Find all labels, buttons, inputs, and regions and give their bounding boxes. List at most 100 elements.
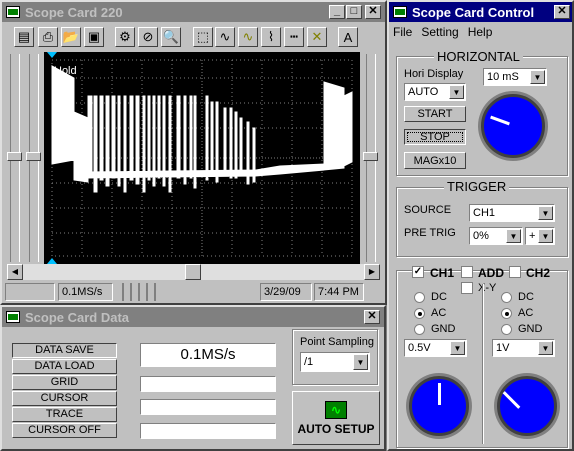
ch2-volts-select[interactable]: 1V ▼ xyxy=(492,339,555,357)
data-close-button[interactable]: ✕ xyxy=(364,310,380,324)
add-checkbox[interactable] xyxy=(461,266,473,278)
trigger-group xyxy=(396,187,568,257)
ch1-gnd-radio[interactable] xyxy=(414,324,425,335)
data-title: Scope Card Data xyxy=(25,309,130,325)
control-window: Scope Card Control ✕ File Setting Help H… xyxy=(387,0,574,451)
trigger-header: TRIGGER xyxy=(444,179,510,194)
data-app-icon xyxy=(6,311,20,323)
xy-label: X-Y xyxy=(478,282,497,294)
timebase-knob[interactable] xyxy=(481,94,545,158)
scope-app-icon xyxy=(6,6,20,18)
ch1-checkbox[interactable]: ✓ xyxy=(412,266,424,278)
data-load-button[interactable]: DATA LOAD xyxy=(12,359,117,374)
ch1-volts-knob[interactable] xyxy=(409,376,469,436)
open-icon[interactable]: ▤ xyxy=(14,27,34,47)
menu-bar: File Setting Help xyxy=(393,25,492,39)
status-empty xyxy=(5,283,55,301)
grid-icon[interactable]: ⬚ xyxy=(193,27,213,47)
chevron-down-icon: ▼ xyxy=(449,85,464,99)
data-save-button[interactable]: DATA SAVE xyxy=(12,343,117,358)
control-title: Scope Card Control xyxy=(412,4,535,20)
chevron-down-icon: ▼ xyxy=(353,354,368,370)
start-button[interactable]: START xyxy=(404,106,466,122)
auto-setup-icon: ∿ xyxy=(325,400,347,419)
status-rate: 0.1MS/s xyxy=(58,283,113,301)
chevron-down-icon: ▼ xyxy=(450,341,465,355)
menu-help[interactable]: Help xyxy=(468,25,493,39)
hori-display-label: Hori Display xyxy=(404,68,464,80)
maximize-button[interactable]: □ xyxy=(346,5,362,19)
close-button[interactable]: ✕ xyxy=(365,5,381,19)
data-window: Scope Card Data ✕ DATA SAVE DATA LOAD GR… xyxy=(0,305,386,451)
ch2-volts-knob[interactable] xyxy=(497,376,557,436)
cursor-off-button[interactable]: CURSOR OFF xyxy=(12,423,117,438)
scope-title: Scope Card 220 xyxy=(25,4,123,20)
scroll-left-button[interactable]: ◀ xyxy=(7,264,23,280)
chevron-down-icon: ▼ xyxy=(538,206,553,220)
ch1-volts-select[interactable]: 0.5V ▼ xyxy=(404,339,467,357)
ch1-dc-radio[interactable] xyxy=(414,292,425,303)
cursor-button[interactable]: CURSOR xyxy=(12,391,117,406)
zoom-icon[interactable]: 🔍 xyxy=(161,27,181,47)
readout-1 xyxy=(140,376,276,392)
horizontal-scrollbar[interactable]: ◀ ▶ xyxy=(7,264,380,280)
wave-sine-icon[interactable]: ∿ xyxy=(215,27,235,47)
save-icon[interactable]: ▣ xyxy=(84,27,104,47)
stop-button[interactable]: STOP xyxy=(404,129,466,145)
chevron-down-icon: ▼ xyxy=(538,229,553,243)
knob-pointer xyxy=(490,115,510,126)
add-label: ADD xyxy=(478,266,504,280)
dash-icon[interactable]: ┅ xyxy=(284,27,304,47)
folder-icon[interactable]: 📂 xyxy=(61,27,81,47)
wave-trigger-icon[interactable]: ∿ xyxy=(238,27,258,47)
mag-x10-button[interactable]: MAGx10 xyxy=(404,152,466,169)
wave-fft-icon[interactable]: ⌇ xyxy=(261,27,281,47)
trigger-position-marker[interactable] xyxy=(47,52,57,58)
ch1-gnd-label: GND xyxy=(431,323,456,335)
menu-setting[interactable]: Setting xyxy=(421,25,458,39)
ch2-gnd-radio[interactable] xyxy=(501,324,512,335)
trace-button[interactable]: TRACE xyxy=(12,407,117,422)
timebase-select[interactable]: 10 mS ▼ xyxy=(483,68,547,86)
menu-file[interactable]: File xyxy=(393,25,412,39)
pretrig-select[interactable]: 0% ▼ xyxy=(469,227,523,245)
ch1-offset-thumb[interactable] xyxy=(7,152,22,161)
ch1-ac-radio[interactable] xyxy=(414,308,425,319)
ch2-dc-label: DC xyxy=(518,291,534,303)
scroll-right-button[interactable]: ▶ xyxy=(364,264,380,280)
readout-sample-rate: 0.1MS/s xyxy=(140,343,276,367)
grid-button[interactable]: GRID xyxy=(12,375,117,390)
print-icon[interactable]: ⎙ xyxy=(38,27,58,47)
ch2-checkbox[interactable] xyxy=(509,266,521,278)
trigger-level-thumb[interactable] xyxy=(363,152,378,161)
ch2-ac-label: AC xyxy=(518,307,534,319)
ch2-ac-radio[interactable] xyxy=(501,308,512,319)
horizontal-header: HORIZONTAL xyxy=(434,49,523,64)
channel-divider xyxy=(482,284,484,444)
scroll-thumb[interactable] xyxy=(185,264,201,280)
stop-icon[interactable]: ⊘ xyxy=(138,27,158,47)
hori-display-select[interactable]: AUTO ▼ xyxy=(404,83,466,101)
control-titlebar[interactable]: Scope Card Control xyxy=(389,2,572,22)
ch2-offset-thumb[interactable] xyxy=(26,152,41,161)
auto-setup-button[interactable]: ∿ AUTO SETUP xyxy=(292,391,380,445)
chevron-down-icon: ▼ xyxy=(506,229,521,243)
source-label: SOURCE xyxy=(404,204,452,216)
xy-checkbox[interactable] xyxy=(461,282,473,294)
readout-3 xyxy=(140,423,276,439)
slope-select[interactable]: + ▼ xyxy=(525,227,555,245)
control-app-icon xyxy=(393,6,407,18)
chevron-down-icon: ▼ xyxy=(530,70,545,84)
cursor-x-icon[interactable]: ✕ xyxy=(307,27,327,47)
data-titlebar[interactable]: Scope Card Data xyxy=(2,307,384,327)
ch2-dc-radio[interactable] xyxy=(501,292,512,303)
source-select[interactable]: CH1 ▼ xyxy=(469,204,555,222)
scope-titlebar[interactable]: Scope Card 220 xyxy=(2,2,385,22)
font-icon[interactable]: A xyxy=(338,27,358,47)
status-progress xyxy=(116,283,156,301)
scope-screen[interactable]: Hold xyxy=(44,52,360,264)
control-close-button[interactable]: ✕ xyxy=(554,5,570,19)
minimize-button[interactable]: _ xyxy=(329,5,345,19)
run-icon[interactable]: ⚙ xyxy=(115,27,135,47)
point-sampling-select[interactable]: /1 ▼ xyxy=(300,352,370,372)
